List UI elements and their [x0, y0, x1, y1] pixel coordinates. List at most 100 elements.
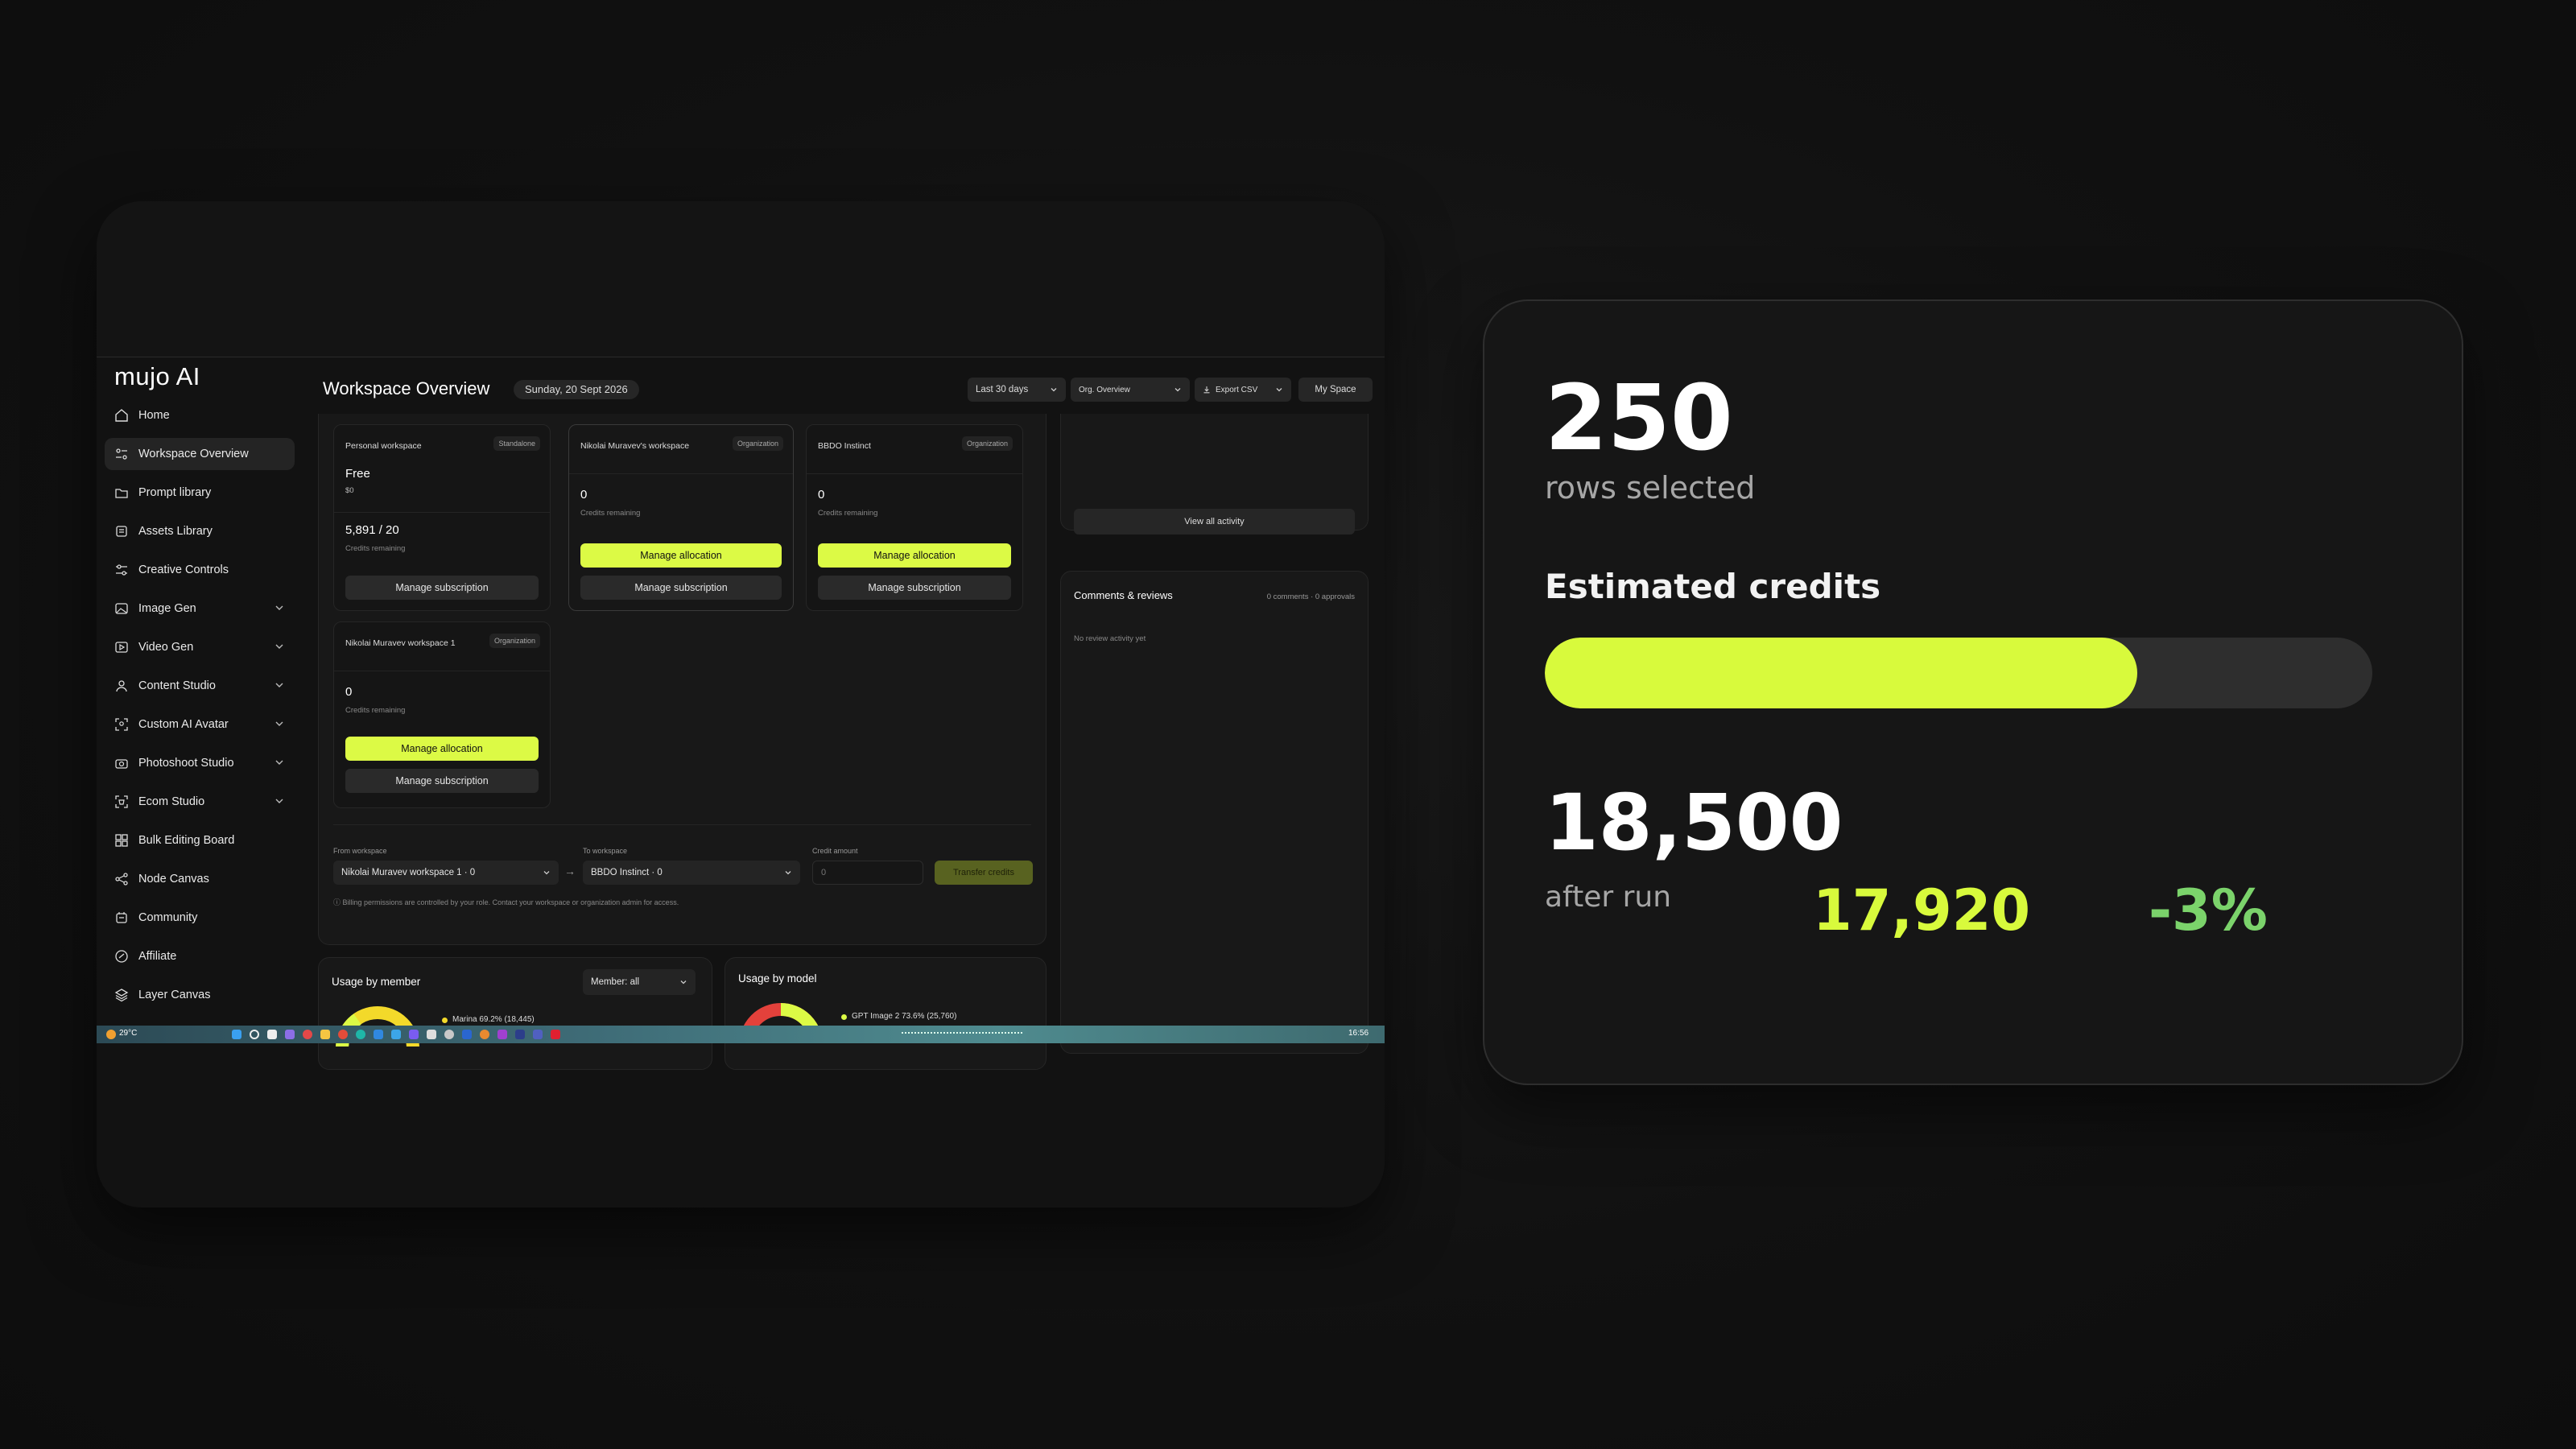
sidebar-item-content-studio[interactable]: Content Studio	[105, 670, 295, 702]
sidebar-item-label: Prompt library	[138, 486, 212, 499]
from-workspace-select[interactable]: Nikolai Muravev workspace 1 · 0	[333, 861, 559, 885]
chevron-down-icon	[1051, 388, 1057, 392]
credits-after-run-value: 18,500	[1545, 778, 1843, 868]
app-icon[interactable]	[551, 1030, 560, 1039]
page-title: Workspace Overview	[323, 378, 490, 398]
sidebar-item-home[interactable]: Home	[105, 399, 295, 431]
app-screenshot-card: mujo AI Home Workspace Overview Prompt lib…	[97, 201, 1385, 1208]
legend-swatch	[442, 1018, 448, 1023]
search-icon[interactable]	[250, 1030, 259, 1039]
app-icon[interactable]	[462, 1030, 472, 1039]
app-icon[interactable]	[515, 1030, 525, 1039]
usage-by-member-panel: Usage by member Member: all Marina 69.2%…	[318, 957, 712, 1070]
workspace-type-badge: Organization	[489, 634, 540, 648]
transfer-credits-button[interactable]: Transfer credits	[935, 861, 1033, 885]
to-workspace-select[interactable]: BBDO Instinct · 0	[583, 861, 800, 885]
layers-icon	[114, 988, 129, 1002]
comments-empty-state: No review activity yet	[1074, 634, 1146, 643]
sidebar-item-label: Ecom Studio	[138, 795, 205, 808]
grid-icon	[114, 833, 129, 848]
chevron-down-icon[interactable]	[274, 795, 285, 807]
arrow-right-icon: →	[564, 865, 576, 877]
sidebar-item-affiliate[interactable]: Affiliate	[105, 940, 295, 972]
billing-note: ⓘ Billing permissions are controlled by …	[333, 898, 679, 906]
sidebar-item-video-gen[interactable]: Video Gen	[105, 631, 295, 663]
credits-value: 0	[580, 488, 588, 502]
community-icon	[114, 910, 129, 925]
chevron-down-icon[interactable]	[274, 679, 285, 691]
sidebar-item-community[interactable]: Community	[105, 902, 295, 934]
sidebar-item-label: Layer Canvas	[138, 989, 211, 1001]
camera-icon	[114, 756, 129, 770]
date-range-select[interactable]: Last 30 days	[968, 378, 1066, 402]
member-filter-select[interactable]: Member: all	[583, 969, 696, 995]
app-icon[interactable]	[374, 1030, 383, 1039]
credit-amount-input[interactable]	[812, 861, 923, 885]
export-csv-button[interactable]: Export CSV	[1195, 378, 1291, 402]
usage-member-legend: Marina 69.2% (18,445)	[452, 1015, 535, 1024]
from-workspace-value: Nikolai Muravev workspace 1 · 0	[341, 868, 476, 877]
workspace-type-badge: Organization	[961, 436, 1013, 451]
app-icon[interactable]	[427, 1030, 436, 1039]
sidebar-item-custom-ai-avatar[interactable]: Custom AI Avatar	[105, 708, 295, 741]
manage-subscription-button[interactable]: Manage subscription	[580, 576, 782, 600]
to-workspace-value: BBDO Instinct · 0	[591, 868, 663, 877]
system-tray[interactable]	[902, 1030, 1022, 1039]
app-icon[interactable]	[533, 1030, 543, 1039]
sidebar-item-creative-controls[interactable]: Creative Controls	[105, 554, 295, 586]
workspace-name: Nikolai Muravev workspace 1	[345, 638, 456, 648]
sidebar-item-image-gen[interactable]: Image Gen	[105, 592, 295, 625]
divider	[334, 512, 550, 513]
app-icon[interactable]	[497, 1030, 507, 1039]
chevron-down-icon[interactable]	[274, 718, 285, 729]
chrome-icon[interactable]	[338, 1030, 348, 1039]
app-icon[interactable]	[409, 1030, 419, 1039]
comments-counts: 0 comments · 0 approvals	[1266, 592, 1355, 601]
sidebar-item-ecom-studio[interactable]: Ecom Studio	[105, 786, 295, 818]
member-filter-value: Member: all	[591, 977, 640, 987]
task-view-icon[interactable]	[267, 1030, 277, 1039]
manage-subscription-button[interactable]: Manage subscription	[345, 769, 539, 793]
image-icon	[114, 601, 129, 616]
clock: 16:56	[1348, 1029, 1369, 1038]
view-select[interactable]: Org. Overview	[1071, 378, 1190, 402]
home-icon	[114, 408, 129, 423]
credits-value: 0	[345, 685, 353, 699]
edge-icon[interactable]	[356, 1030, 365, 1039]
chevron-down-icon[interactable]	[274, 641, 285, 652]
view-all-activity-button[interactable]: View all activity	[1074, 509, 1355, 535]
manage-allocation-button[interactable]: Manage allocation	[580, 543, 782, 568]
app-icon[interactable]	[480, 1030, 489, 1039]
workspace-card-nikolai[interactable]: Nikolai Muravev's workspace Organization…	[568, 424, 794, 611]
sidebar-item-bulk-editing-board[interactable]: Bulk Editing Board	[105, 824, 295, 857]
usage-member-title: Usage by member	[332, 976, 421, 988]
app-icon[interactable]	[444, 1030, 454, 1039]
manage-subscription-button[interactable]: Manage subscription	[345, 576, 539, 600]
app-icon[interactable]	[303, 1030, 312, 1039]
manage-allocation-button[interactable]: Manage allocation	[345, 737, 539, 761]
sidebar-item-label: Custom AI Avatar	[138, 718, 229, 731]
sidebar-item-workspace-overview[interactable]: Workspace Overview	[105, 438, 295, 470]
manage-allocation-button[interactable]: Manage allocation	[818, 543, 1011, 568]
main-content: Workspace Overview Sunday, 20 Sept 2026 …	[318, 357, 1385, 1070]
chevron-down-icon	[1276, 388, 1282, 392]
sidebar-item-assets-library[interactable]: Assets Library	[105, 515, 295, 547]
sidebar-item-prompt-library[interactable]: Prompt library	[105, 477, 295, 509]
app-icon[interactable]	[391, 1030, 401, 1039]
app-icon[interactable]	[285, 1030, 295, 1039]
chevron-down-icon[interactable]	[274, 757, 285, 768]
manage-subscription-button[interactable]: Manage subscription	[818, 576, 1011, 600]
sidebar-nav: Home Workspace Overview Prompt library Asse…	[105, 399, 295, 1018]
device-bezel	[97, 201, 1385, 357]
chevron-down-icon[interactable]	[274, 602, 285, 613]
comments-reviews-panel: Comments & reviews 0 comments · 0 approv…	[1060, 571, 1368, 1054]
usage-by-model-panel: Usage by model GPT Image 2 73.6% (25,760…	[724, 957, 1046, 1070]
sidebar-item-photoshoot-studio[interactable]: Photoshoot Studio	[105, 747, 295, 779]
credits-value: 5,891 / 20	[345, 523, 399, 537]
folder-icon[interactable]	[320, 1030, 330, 1039]
sidebar-item-node-canvas[interactable]: Node Canvas	[105, 863, 295, 895]
sidebar-item-layer-canvas[interactable]: Layer Canvas	[105, 979, 295, 1011]
workspace-type-badge: Standalone	[493, 436, 540, 451]
windows-start-icon[interactable]	[232, 1030, 242, 1039]
my-space-button[interactable]: My Space	[1298, 378, 1373, 402]
